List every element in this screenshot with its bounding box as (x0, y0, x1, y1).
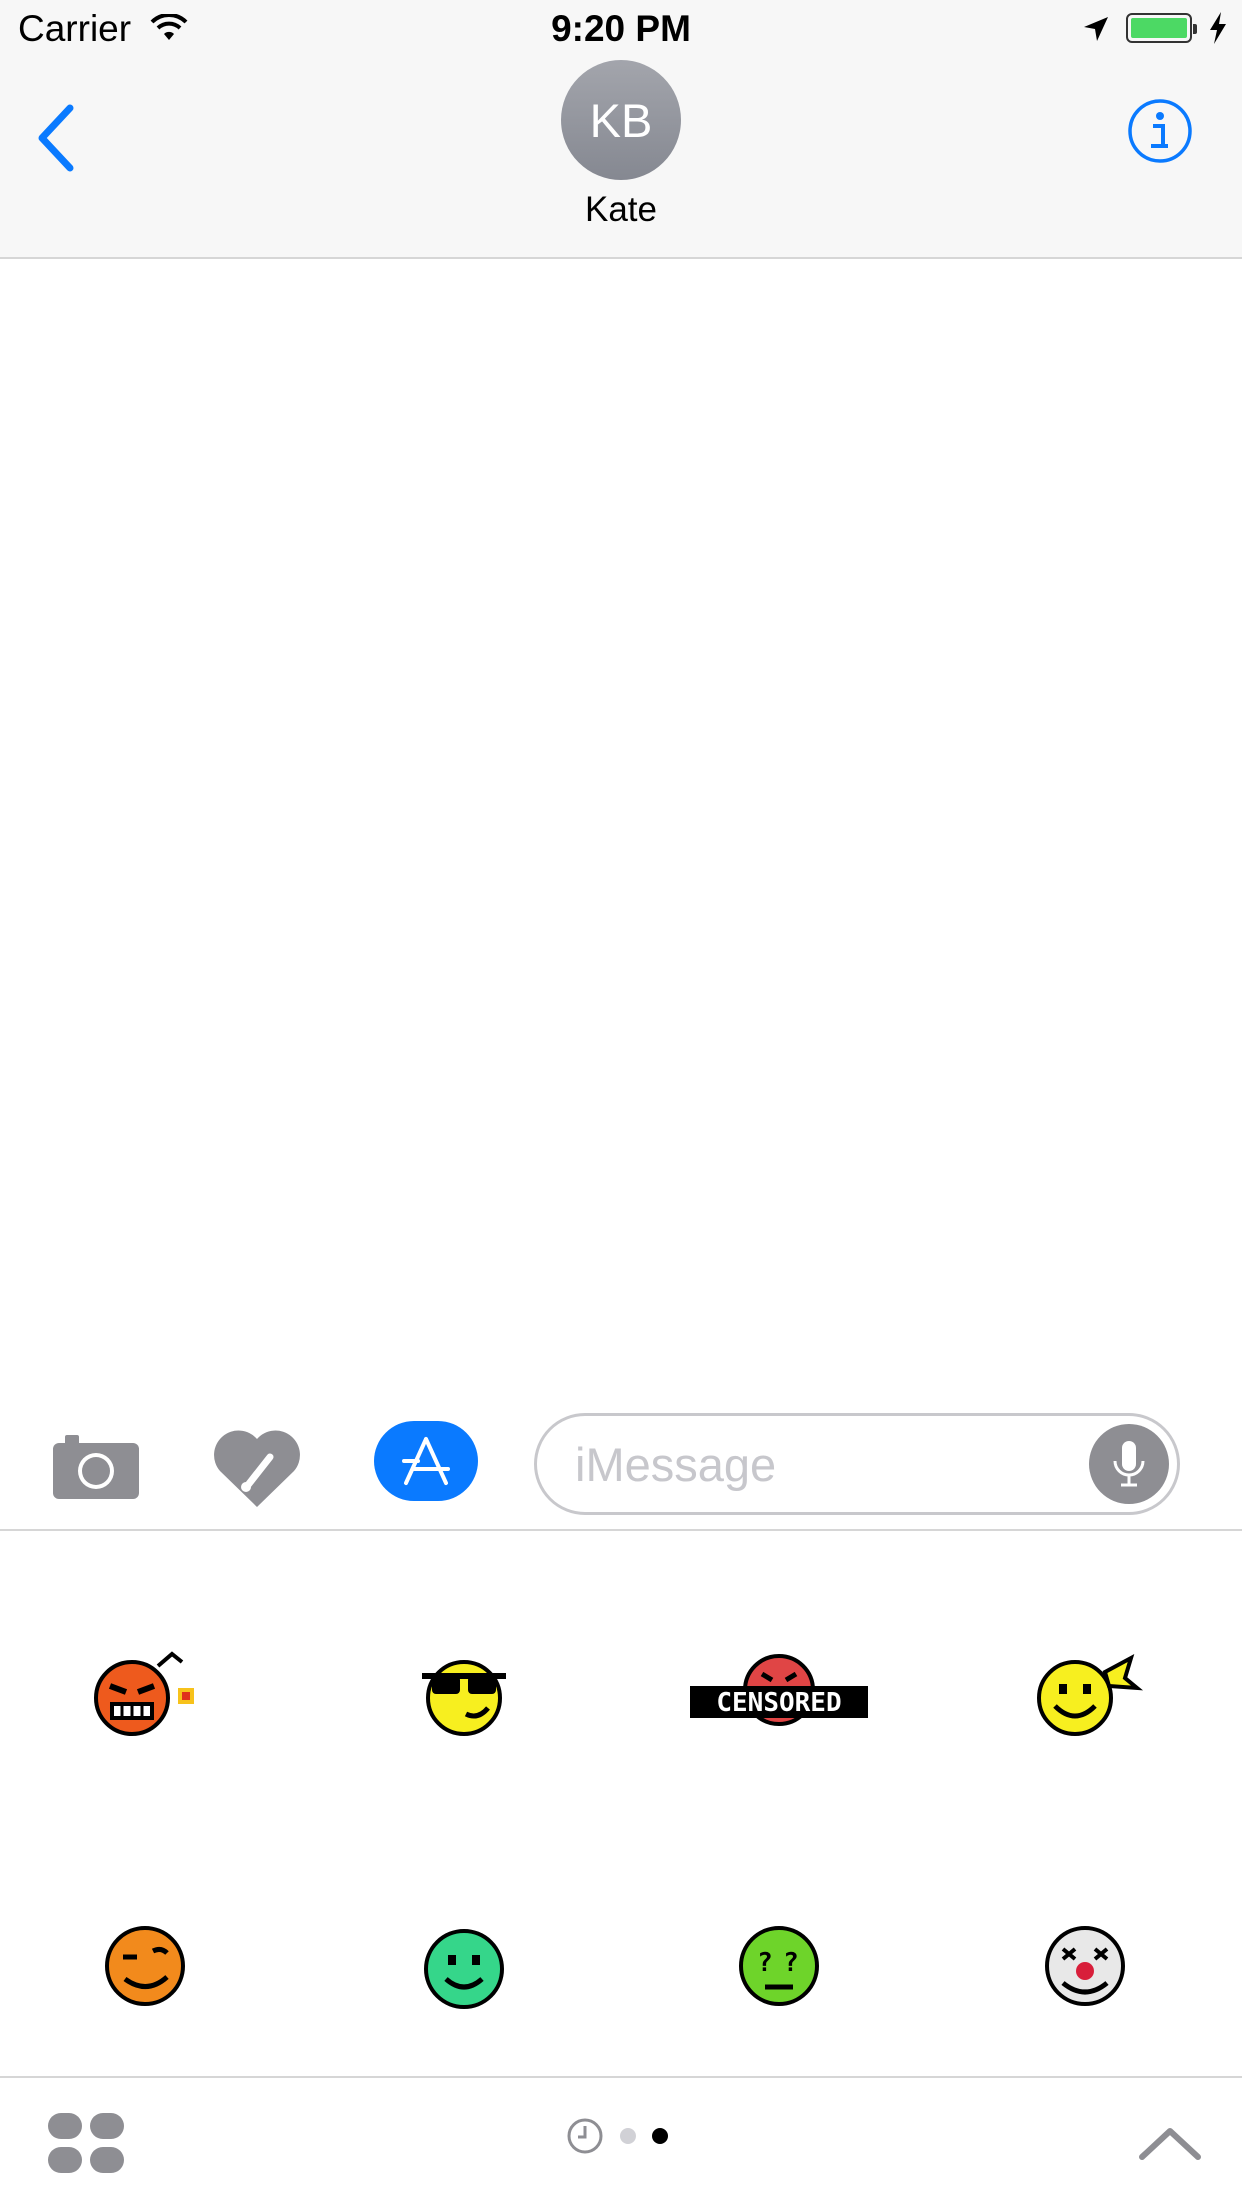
compose-bar (0, 1399, 1242, 1531)
microphone-button[interactable] (1089, 1424, 1169, 1504)
app-store-icon (402, 1437, 450, 1485)
censored-label: CENSORED (716, 1688, 841, 1718)
chevron-left-icon[interactable] (30, 98, 80, 178)
charging-bolt-icon (1210, 12, 1226, 44)
status-time: 9:20 PM (551, 8, 691, 49)
drawer-page-indicator[interactable] (566, 2116, 668, 2156)
confused-green-face-sticker[interactable]: ? ? (679, 1886, 879, 2046)
conversation-header: KB Kate (0, 60, 1242, 259)
page-dot-2[interactable] (652, 2128, 668, 2144)
green-smiley-sticker[interactable] (364, 1886, 564, 2046)
avatar-initials: KB (589, 93, 653, 147)
winking-orange-face-sticker[interactable] (45, 1886, 245, 2046)
contact-avatar[interactable]: KB (561, 60, 681, 180)
camera-icon[interactable] (53, 1431, 143, 1501)
svg-text:?: ? (757, 1948, 773, 1978)
app-drawer-bar (0, 2076, 1242, 2210)
clown-face-sticker[interactable] (985, 1886, 1185, 2046)
clock-icon[interactable] (566, 2117, 604, 2155)
microphone-icon (1113, 1441, 1145, 1487)
page-dot-1[interactable] (620, 2128, 636, 2144)
cool-sunglasses-face-sticker[interactable] (364, 1613, 564, 1773)
info-icon[interactable] (1127, 98, 1193, 164)
angry-bomb-face-sticker[interactable] (45, 1613, 245, 1773)
location-arrow-icon (1084, 17, 1108, 41)
chevron-up-icon[interactable] (1138, 2123, 1202, 2163)
battery-level (1131, 18, 1187, 38)
battery-icon (1126, 13, 1197, 43)
censored-face-sticker[interactable]: CENSORED (679, 1613, 879, 1773)
message-transcript[interactable] (0, 259, 1242, 1399)
smiley-with-bow-sticker[interactable] (985, 1613, 1185, 1773)
status-bar: Carrier 9:20 PM (0, 0, 1242, 60)
sticker-drawer: CENSORED ? ? (0, 1531, 1242, 2076)
contact-name[interactable]: Kate (0, 190, 1242, 230)
svg-text:?: ? (783, 1948, 799, 1978)
app-grid-icon[interactable] (46, 2111, 126, 2175)
message-input-container (534, 1413, 1180, 1515)
app-store-button[interactable] (374, 1421, 478, 1501)
heart-digital-touch-icon[interactable] (212, 1427, 302, 1509)
message-input[interactable] (573, 1430, 1057, 1498)
